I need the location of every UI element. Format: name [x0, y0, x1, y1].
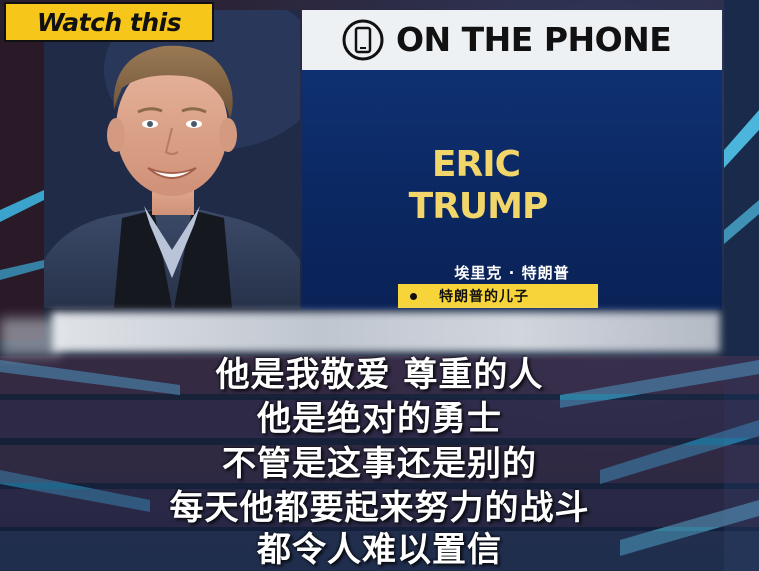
- watch-this-logo: Watch this: [4, 2, 214, 42]
- phone-icon: [342, 19, 384, 61]
- portrait-photo: [44, 10, 300, 308]
- subtitle-line: 他是我敬爱 尊重的人: [215, 355, 544, 395]
- caller-name-chinese: 埃里克 · 特朗普: [454, 264, 570, 282]
- caller-first-name: ERIC: [431, 144, 521, 185]
- caller-last-name: TRUMP: [408, 186, 549, 227]
- bullet-icon: [410, 292, 417, 300]
- blurred-overlay-left: [0, 318, 60, 356]
- subtitle-line: 他是绝对的勇士: [257, 399, 502, 439]
- on-the-phone-title: ON THE PHONE: [396, 20, 672, 59]
- subtitle-line: 每天他都要起来努力的战斗: [169, 488, 590, 528]
- video-frame: ON THE PHONE ERIC TRUMP 埃里克 · 特朗普 特朗普的儿子…: [0, 0, 759, 571]
- caller-info-card: ON THE PHONE ERIC TRUMP 埃里克 · 特朗普 特朗普的儿子: [302, 10, 722, 310]
- subtitle-line: 都令人难以置信: [257, 530, 502, 570]
- blurred-lower-third: [52, 312, 720, 352]
- watch-this-label: Watch this: [36, 7, 182, 37]
- subtitle-line: 不管是这事还是别的: [222, 444, 537, 484]
- caller-role-chinese: 特朗普的儿子: [439, 289, 529, 305]
- caller-role-tag: 特朗普的儿子: [398, 284, 598, 308]
- person-illustration: [44, 10, 300, 308]
- on-the-phone-header: ON THE PHONE: [302, 10, 722, 70]
